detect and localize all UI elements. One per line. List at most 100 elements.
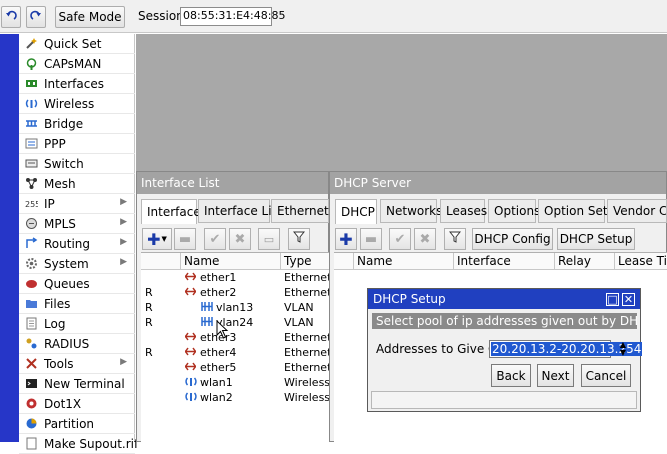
comment-button[interactable]: ▭ — [258, 228, 280, 250]
add-button[interactable]: ✚ — [335, 228, 357, 250]
disable-button[interactable]: ✖ — [414, 228, 436, 250]
submenu-arrow-icon: ▶ — [120, 197, 127, 207]
menu-item-dot1x[interactable]: Dot1X — [19, 394, 135, 414]
menu-item-routing[interactable]: Routing ▶ — [19, 234, 135, 254]
table-row[interactable]: Rether2 Ethernet — [141, 286, 330, 301]
undo-button[interactable] — [1, 6, 21, 28]
submenu-arrow-icon: ▶ — [120, 237, 127, 247]
menu-item-queues[interactable]: Queues — [19, 274, 135, 294]
table-row[interactable]: Rvlan13 VLAN — [141, 301, 330, 316]
close-button[interactable]: ✕ — [622, 293, 635, 306]
table-row[interactable]: ether1 Ethernet — [141, 271, 330, 286]
remove-button[interactable]: ▬ — [174, 228, 196, 250]
safe-mode-button[interactable]: Safe Mode — [55, 6, 125, 28]
menu-item-label: IP — [44, 196, 55, 211]
table-row[interactable]: ether3 Ethernet — [141, 331, 330, 346]
addresses-input[interactable]: 20.20.13.2-20.20.13.254 — [489, 340, 643, 358]
back-button[interactable]: Back — [491, 364, 531, 387]
menu-item-ip[interactable]: 255 IP ▶ — [19, 194, 135, 214]
table-row[interactable]: wlan1 Wireless — [141, 376, 330, 391]
relay-column-header[interactable]: Relay — [555, 253, 615, 270]
table-row[interactable]: wlan2 Wireless — [141, 391, 330, 406]
add-button[interactable]: ✚ ▼ — [142, 228, 172, 250]
table-row[interactable]: Rether4 Ethernet — [141, 346, 330, 361]
tab-option-sets[interactable]: Option Sets — [538, 199, 614, 223]
mouse-pointer-icon — [216, 320, 229, 339]
menu-item-radius[interactable]: RADIUS — [19, 334, 135, 354]
dialog-title-bar[interactable]: DHCP Setup — [368, 289, 640, 309]
tab-networks[interactable]: Networks — [380, 199, 442, 223]
mesh-icon — [24, 177, 38, 191]
lease-time-column-header[interactable]: Lease Time — [615, 253, 667, 270]
undo-icon — [5, 10, 17, 25]
disable-button[interactable]: ✖ — [229, 228, 251, 250]
menu-item-ppp[interactable]: PPP — [19, 134, 135, 154]
flag-cell: R — [145, 286, 153, 299]
wireless-icon — [185, 376, 199, 391]
menu-item-wireless[interactable]: Wireless — [19, 94, 135, 114]
tab-interface-list[interactable]: Interface List — [198, 199, 283, 223]
tab-dhcp[interactable]: DHCP — [335, 199, 377, 224]
type-cell: Wireless — [284, 391, 330, 404]
menu-item-tools[interactable]: Tools ▶ — [19, 354, 135, 374]
next-button[interactable]: Next — [537, 364, 574, 387]
session-field[interactable]: 08:55:31:E4:48:85 — [180, 7, 285, 26]
interface-column-header[interactable]: Interface — [454, 253, 555, 270]
menu-item-switch[interactable]: Switch — [19, 154, 135, 174]
updown-arrows-icon[interactable]: ▲ ▼ — [617, 341, 629, 357]
menu-item-label: Interfaces — [44, 76, 104, 91]
tab-ethernet[interactable]: Ethernet — [271, 199, 329, 223]
name-cell: ether3 — [200, 331, 237, 344]
tab-vendor-classes[interactable]: Vendor Clas — [607, 199, 667, 223]
table-row[interactable]: Rvlan24 VLAN — [141, 316, 330, 331]
menu-item-make-supout-rif[interactable]: Make Supout.rif — [19, 434, 138, 454]
tab-interface[interactable]: Interface — [141, 199, 201, 224]
filter-button[interactable] — [288, 228, 310, 250]
filter-icon — [448, 231, 462, 247]
winbox-side-strip — [0, 34, 19, 442]
name-column-header[interactable]: Name — [181, 253, 281, 270]
menu-item-label: Log — [44, 316, 66, 331]
menu-item-files[interactable]: Files — [19, 294, 135, 314]
menu-item-label: Quick Set — [44, 36, 102, 51]
menu-item-system[interactable]: System ▶ — [19, 254, 135, 274]
minus-icon: ▬ — [178, 231, 192, 247]
maximize-button[interactable]: □ — [606, 293, 619, 306]
menu-item-label: CAPsMAN — [44, 56, 102, 71]
cancel-button[interactable]: Cancel — [581, 364, 631, 387]
enable-button[interactable]: ✔ — [204, 228, 226, 250]
table-row[interactable]: ether5 Ethernet — [141, 361, 330, 376]
filter-button[interactable] — [444, 228, 466, 250]
tab-options[interactable]: Options — [488, 199, 540, 223]
menu-item-capsman[interactable]: CAPsMAN — [19, 54, 135, 74]
name-column-header[interactable]: Name — [354, 253, 454, 270]
menu-item-label: Routing — [44, 236, 91, 251]
redo-button[interactable] — [26, 6, 46, 28]
files-icon — [24, 297, 38, 311]
menu-item-mpls[interactable]: MPLS ▶ — [19, 214, 135, 234]
dhcp-setup-button[interactable]: DHCP Setup — [557, 228, 635, 250]
menu-item-new-terminal[interactable]: New Terminal — [19, 374, 135, 394]
enable-button[interactable]: ✔ — [389, 228, 411, 250]
flag-column-header[interactable] — [141, 253, 181, 270]
dot1x-icon — [24, 397, 38, 411]
menu-item-bridge[interactable]: Bridge — [19, 114, 135, 134]
name-cell: wlan1 — [200, 376, 233, 389]
interface-list-title[interactable]: Interface List — [137, 172, 328, 194]
dhcp-server-title[interactable]: DHCP Server — [330, 172, 666, 194]
menu-item-mesh[interactable]: Mesh — [19, 174, 135, 194]
type-column-header[interactable]: Type — [281, 253, 330, 270]
menu-item-quick-set[interactable]: Quick Set — [19, 34, 135, 54]
remove-button[interactable]: ▬ — [360, 228, 382, 250]
menu-item-label: Dot1X — [44, 396, 82, 411]
dhcp-config-button[interactable]: DHCP Config — [472, 228, 553, 250]
dialog-status-bar — [371, 391, 637, 409]
ethernet-icon — [185, 286, 199, 301]
menu-item-log[interactable]: Log — [19, 314, 135, 334]
name-cell: vlan13 — [216, 301, 254, 314]
type-cell: Ethernet — [284, 361, 330, 374]
tab-leases[interactable]: Leases — [440, 199, 487, 223]
menu-item-partition[interactable]: Partition — [19, 414, 135, 434]
menu-item-interfaces[interactable]: Interfaces — [19, 74, 135, 94]
flag-column-header[interactable] — [334, 253, 354, 270]
